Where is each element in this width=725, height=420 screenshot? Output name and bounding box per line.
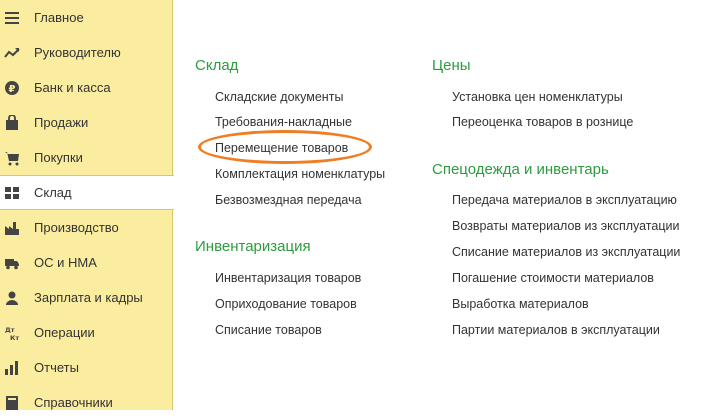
- sidebar-item-operations[interactable]: Дт Кт Операции: [0, 315, 173, 350]
- link-materials-output[interactable]: Выработка материалов: [452, 297, 589, 311]
- sidebar-item-label: Зарплата и кадры: [34, 290, 143, 305]
- link-set-item-prices[interactable]: Установка цен номенклатуры: [452, 90, 623, 104]
- sidebar-item-purchases[interactable]: Покупки: [0, 140, 173, 175]
- sidebar-item-fixed-assets[interactable]: ОС и НМА: [0, 245, 173, 280]
- link-retail-revaluation[interactable]: Переоценка товаров в рознице: [452, 115, 633, 129]
- sidebar-item-main[interactable]: Главное: [0, 0, 173, 35]
- section-title-workwear: Спецодежда и инвентарь: [432, 161, 609, 178]
- link-gratuitous-transfer[interactable]: Безвозмездная передача: [215, 193, 362, 207]
- link-materials-batches[interactable]: Партии материалов в эксплуатации: [452, 323, 660, 337]
- sidebar-item-salary[interactable]: Зарплата и кадры: [0, 280, 173, 315]
- svg-text:Дт: Дт: [5, 326, 15, 334]
- section-title-warehouse: Склад: [195, 57, 239, 74]
- warehouse-grid-icon: [4, 185, 20, 201]
- svg-text:Кт: Кт: [10, 334, 19, 341]
- sidebar-item-warehouse[interactable]: Склад: [0, 175, 174, 210]
- link-kit-assembly[interactable]: Комплектация номенклатуры: [215, 167, 385, 181]
- sidebar-item-label: Главное: [34, 10, 84, 25]
- link-materials-returns[interactable]: Возвраты материалов из эксплуатации: [452, 219, 679, 233]
- sidebar-item-label: Операции: [34, 325, 95, 340]
- sidebar-item-label: Продажи: [34, 115, 89, 130]
- sidebar-item-label: Руководителю: [34, 45, 121, 60]
- link-materials-writeoff[interactable]: Списание материалов из эксплуатации: [452, 245, 680, 259]
- ruble-coin-icon: ₽: [4, 80, 20, 96]
- sidebar-item-label: ОС и НМА: [34, 255, 97, 270]
- report-chart-icon: [4, 360, 20, 376]
- link-goods-receipt[interactable]: Оприходование товаров: [215, 297, 357, 311]
- sidebar-item-catalogs[interactable]: Справочники: [0, 385, 173, 420]
- sidebar-item-sales[interactable]: Продажи: [0, 105, 173, 140]
- highlight-ellipse: [198, 130, 372, 164]
- person-icon: [4, 290, 20, 306]
- sidebar: Главное Руководителю ₽ Банк и касса Прод…: [0, 0, 174, 410]
- sidebar-item-label: Отчеты: [34, 360, 79, 375]
- sidebar-item-label: Склад: [34, 185, 72, 200]
- link-materials-handover[interactable]: Передача материалов в эксплуатацию: [452, 193, 677, 207]
- sidebar-item-label: Банк и касса: [34, 80, 111, 95]
- svg-text:₽: ₽: [9, 84, 16, 95]
- trend-chart-icon: [4, 45, 20, 61]
- link-materials-cost-repayment[interactable]: Погашение стоимости материалов: [452, 271, 654, 285]
- sidebar-item-manager[interactable]: Руководителю: [0, 35, 173, 70]
- link-goods-inventory[interactable]: Инвентаризация товаров: [215, 271, 361, 285]
- sidebar-item-label: Покупки: [34, 150, 83, 165]
- shopping-cart-icon: [4, 150, 20, 166]
- sidebar-item-reports[interactable]: Отчеты: [0, 350, 173, 385]
- link-warehouse-documents[interactable]: Складские документы: [215, 90, 343, 104]
- section-title-inventory: Инвентаризация: [195, 238, 311, 255]
- menu-icon: [4, 10, 20, 26]
- book-icon: [4, 395, 20, 411]
- section-title-prices: Цены: [432, 57, 471, 74]
- truck-icon: [4, 255, 20, 271]
- sidebar-item-label: Производство: [34, 220, 119, 235]
- debit-credit-icon: Дт Кт: [4, 325, 20, 341]
- sidebar-item-label: Справочники: [34, 395, 113, 410]
- link-goods-writeoff[interactable]: Списание товаров: [215, 323, 322, 337]
- factory-icon: [4, 220, 20, 236]
- shopping-bag-icon: [4, 114, 20, 131]
- link-requisition-invoices[interactable]: Требования-накладные: [215, 115, 352, 129]
- sidebar-item-production[interactable]: Производство: [0, 210, 173, 245]
- sidebar-item-bank[interactable]: ₽ Банк и касса: [0, 70, 173, 105]
